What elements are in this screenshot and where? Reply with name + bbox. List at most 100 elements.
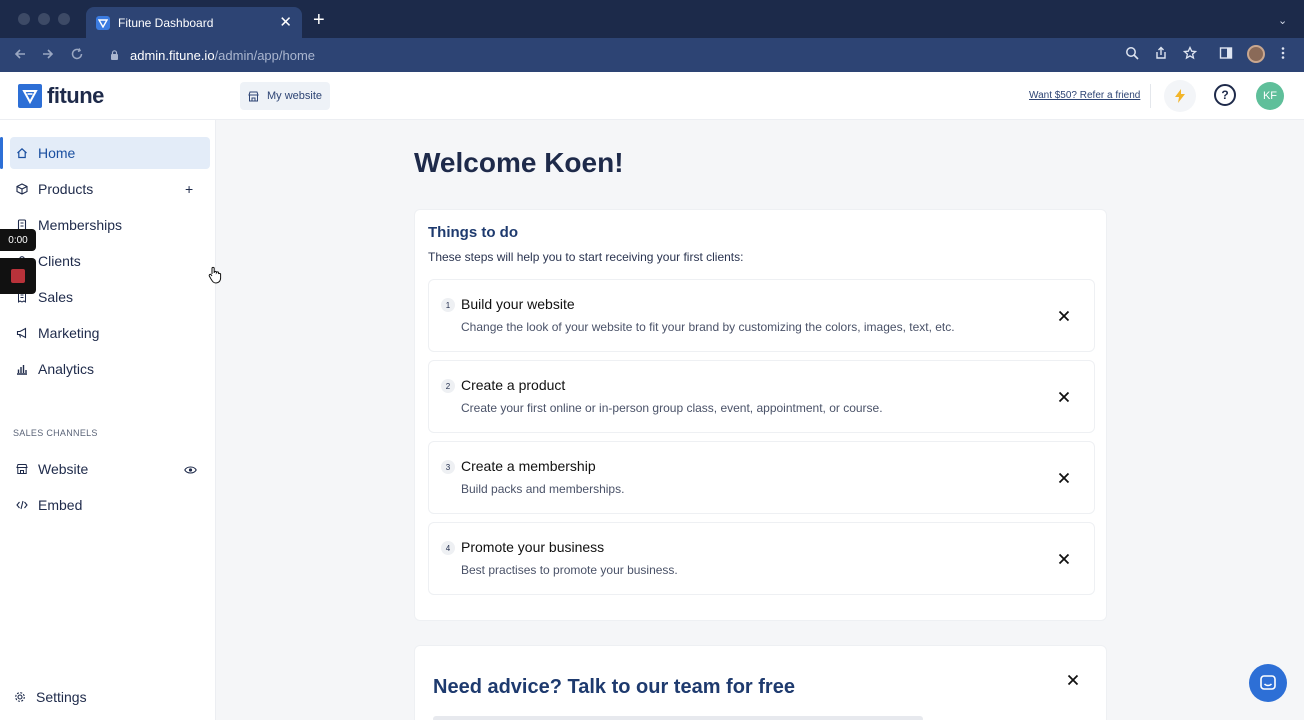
advice-text-cutoff: [433, 716, 923, 720]
dismiss-step-icon[interactable]: [1054, 387, 1074, 407]
tab-search-chevron-icon[interactable]: ⌄: [1278, 14, 1287, 27]
browser-address-bar: admin.fitune.io/admin/app/home: [0, 38, 1304, 72]
sidebar-item-label: Website: [38, 461, 89, 477]
add-product-icon[interactable]: +: [185, 181, 193, 197]
forward-icon[interactable]: [41, 47, 55, 64]
sidebar-item-label: Settings: [36, 689, 87, 705]
url-host: admin.fitune.io: [130, 47, 215, 63]
header-divider: [1150, 84, 1151, 108]
sidebar-item-label: Clients: [38, 253, 81, 269]
chat-launcher-button[interactable]: [1249, 664, 1287, 702]
dismiss-step-icon[interactable]: [1054, 468, 1074, 488]
code-icon: [16, 499, 28, 511]
store-icon: [16, 463, 28, 475]
todo-title: Things to do: [428, 224, 518, 241]
sidebar-item-label: Products: [38, 181, 94, 197]
window-zoom-dot[interactable]: [58, 13, 70, 25]
new-tab-icon[interactable]: +: [313, 10, 325, 30]
sidebar-item-label: Sales: [38, 289, 74, 305]
url-text: admin.fitune.io/admin/app/home: [130, 48, 315, 63]
fitune-logo[interactable]: fitune: [18, 83, 104, 109]
my-website-label: My website: [267, 90, 323, 102]
sidebar-item-label: Memberships: [38, 217, 123, 233]
step-description: Create your first online or in-person gr…: [461, 401, 883, 415]
share-icon[interactable]: [1154, 46, 1168, 62]
chat-icon: [1260, 675, 1276, 690]
eye-icon[interactable]: [184, 462, 197, 478]
sidebar-item-label: Home: [38, 145, 76, 161]
browser-tab[interactable]: Fitune Dashboard ✕: [86, 7, 302, 38]
user-avatar[interactable]: KF: [1256, 82, 1284, 110]
bolt-icon[interactable]: [1164, 80, 1196, 112]
todo-step[interactable]: 2 Create a product Create your first onl…: [428, 360, 1095, 433]
reload-icon[interactable]: [70, 47, 84, 64]
step-number: 1: [441, 298, 455, 312]
stop-recording-button[interactable]: [0, 258, 36, 294]
fitune-favicon-icon: [96, 15, 110, 30]
todo-subtitle: These steps will help you to start recei…: [428, 250, 744, 264]
step-number: 3: [441, 460, 455, 474]
sidebar-item-label: Embed: [38, 497, 83, 513]
my-website-button[interactable]: My website: [240, 82, 331, 110]
logo-text: fitune: [47, 83, 104, 108]
sidebar-item-products[interactable]: Products: [10, 173, 210, 205]
step-title: Create a product: [461, 377, 566, 393]
sidebar-item-home[interactable]: Home: [10, 137, 210, 169]
window-minimize-dot[interactable]: [38, 13, 50, 25]
hand-cursor-icon: [208, 266, 222, 284]
step-title: Promote your business: [461, 539, 605, 555]
sidebar-item-label: Analytics: [38, 361, 95, 377]
stop-icon: [11, 269, 25, 283]
home-icon: [16, 147, 28, 159]
sidebar-item-marketing[interactable]: Marketing: [10, 317, 210, 349]
sidebar-item-memberships[interactable]: Memberships: [10, 209, 210, 241]
step-number: 2: [441, 379, 455, 393]
todo-step[interactable]: 4 Promote your business Best practises t…: [428, 522, 1095, 595]
more-icon[interactable]: [1280, 46, 1286, 62]
url-path: /admin/app/home: [214, 47, 316, 63]
chart-icon: [16, 363, 28, 375]
sidebar-toggle-icon[interactable]: [1219, 46, 1233, 62]
todo-step[interactable]: 1 Build your website Change the look of …: [428, 279, 1095, 352]
sidebar-item-sales[interactable]: Sales: [10, 281, 210, 313]
sidebar-item-website[interactable]: Website: [10, 453, 210, 485]
gear-icon: [14, 691, 26, 703]
browser-tab-bar: Fitune Dashboard ✕ + ⌄: [0, 0, 1304, 38]
sales-channels-heading: SALES CHANNELS: [13, 428, 98, 438]
app-header: fitune My website Want $50? Refer a frie…: [0, 72, 1304, 120]
tab-close-icon[interactable]: ✕: [279, 15, 292, 30]
todo-step[interactable]: 3 Create a membership Build packs and me…: [428, 441, 1095, 514]
megaphone-icon: [16, 327, 28, 339]
step-title: Create a membership: [461, 458, 596, 474]
step-title: Build your website: [461, 296, 575, 312]
window-close-dot[interactable]: [18, 13, 30, 25]
dismiss-step-icon[interactable]: [1054, 306, 1074, 326]
step-description: Build packs and memberships.: [461, 482, 625, 496]
star-icon[interactable]: [1182, 45, 1198, 62]
todo-card: Things to do These steps will help you t…: [414, 209, 1107, 621]
step-description: Best practises to promote your business.: [461, 563, 678, 577]
dismiss-step-icon[interactable]: [1054, 549, 1074, 569]
page-title: Welcome Koen!: [414, 147, 624, 178]
refer-friend-link[interactable]: Want $50? Refer a friend: [1029, 90, 1140, 101]
fitune-logo-icon: [18, 84, 42, 108]
advice-card: Need advice? Talk to our team for free: [414, 645, 1107, 720]
sidebar-item-embed[interactable]: Embed: [10, 489, 210, 521]
sidebar-item-analytics[interactable]: Analytics: [10, 353, 210, 385]
url-field[interactable]: admin.fitune.io/admin/app/home: [100, 42, 1200, 68]
browser-profile-icon[interactable]: [1247, 45, 1265, 63]
zoom-icon[interactable]: [1125, 46, 1139, 62]
step-description: Change the look of your website to fit y…: [461, 320, 955, 334]
store-icon: [248, 91, 259, 101]
box-icon: [16, 183, 28, 195]
recording-timer: 0:00: [0, 229, 36, 251]
help-icon[interactable]: ?: [1214, 84, 1236, 106]
step-number: 4: [441, 541, 455, 555]
back-icon[interactable]: [13, 47, 27, 64]
active-indicator: [0, 137, 3, 169]
lock-icon: [111, 50, 118, 60]
sidebar-item-clients[interactable]: Clients: [10, 245, 210, 277]
sidebar-item-settings[interactable]: Settings: [8, 681, 208, 713]
tab-title: Fitune Dashboard: [118, 15, 214, 30]
dismiss-advice-icon[interactable]: [1063, 670, 1083, 690]
